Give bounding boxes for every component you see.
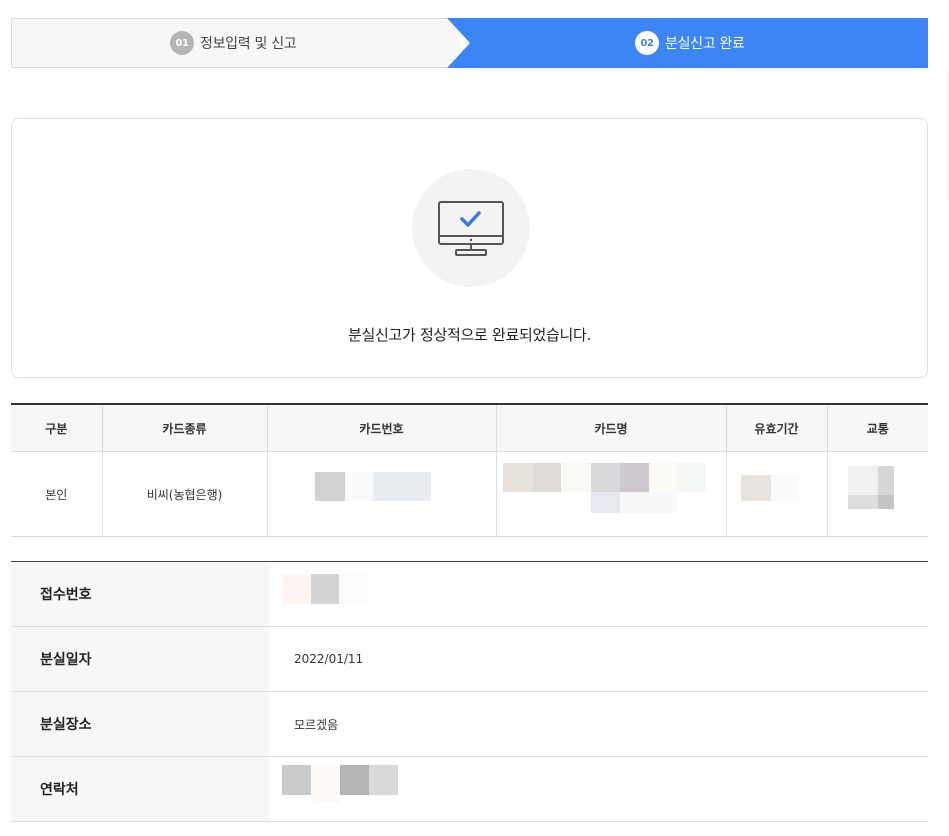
receipt-number-value-redacted [269, 561, 928, 627]
step-indicator: 01 정보입력 및 신고 02 분실신고 완료 [11, 18, 928, 68]
step-2: 02 분실신고 완료 [447, 18, 928, 68]
info-table: 접수번호 분실일자 2022/01/11 분실장소 모르겠음 연락처 [11, 561, 928, 822]
lost-date-value: 2022/01/11 [269, 626, 928, 692]
info-row-lost-place: 분실장소 모르겠음 [11, 691, 928, 757]
step-1-number: 01 [170, 31, 194, 55]
contact-label: 연락처 [11, 756, 269, 822]
info-row-contact: 연락처 [11, 756, 928, 822]
col-type-header: 구분 [11, 403, 103, 452]
step-2-label: 분실신고 완료 [665, 36, 745, 52]
lost-place-label: 분실장소 [11, 691, 269, 757]
cell-card-number-redacted [266, 451, 497, 537]
result-box: 분실신고가 정상적으로 완료되었습니다. [11, 118, 928, 378]
card-table-header: 구분 카드종류 카드번호 카드명 유효기간 교통 [11, 403, 928, 452]
right-edge-shadow [945, 70, 949, 200]
col-transit-header: 교통 [826, 403, 928, 452]
cell-transit-redacted [826, 451, 928, 537]
col-card-kind-header: 카드종류 [101, 403, 268, 452]
table-row: 본인 비씨(농협은행) [11, 451, 928, 537]
cell-expiry-redacted [725, 451, 828, 537]
cell-card-name-redacted [495, 451, 727, 537]
step-1-label: 정보입력 및 신고 [200, 36, 297, 52]
cell-card-kind: 비씨(농협은행) [101, 451, 268, 537]
info-row-receipt: 접수번호 [11, 561, 928, 627]
contact-value-redacted [269, 756, 928, 822]
step-1: 01 정보입력 및 신고 [11, 18, 460, 68]
step-2-number: 02 [635, 31, 659, 55]
receipt-number-label: 접수번호 [11, 561, 269, 627]
lost-place-value: 모르겠음 [269, 691, 928, 757]
result-message: 분실신고가 정상적으로 완료되었습니다. [348, 326, 591, 344]
col-expiry-header: 유효기간 [725, 403, 828, 452]
info-row-lost-date: 분실일자 2022/01/11 [11, 626, 928, 692]
monitor-check-icon [412, 169, 530, 287]
col-card-number-header: 카드번호 [266, 403, 497, 452]
card-table: 구분 카드종류 카드번호 카드명 유효기간 교통 본인 비씨(농협은행) [11, 403, 928, 537]
col-card-name-header: 카드명 [495, 403, 727, 452]
lost-date-label: 분실일자 [11, 626, 269, 692]
cell-type: 본인 [11, 451, 103, 537]
